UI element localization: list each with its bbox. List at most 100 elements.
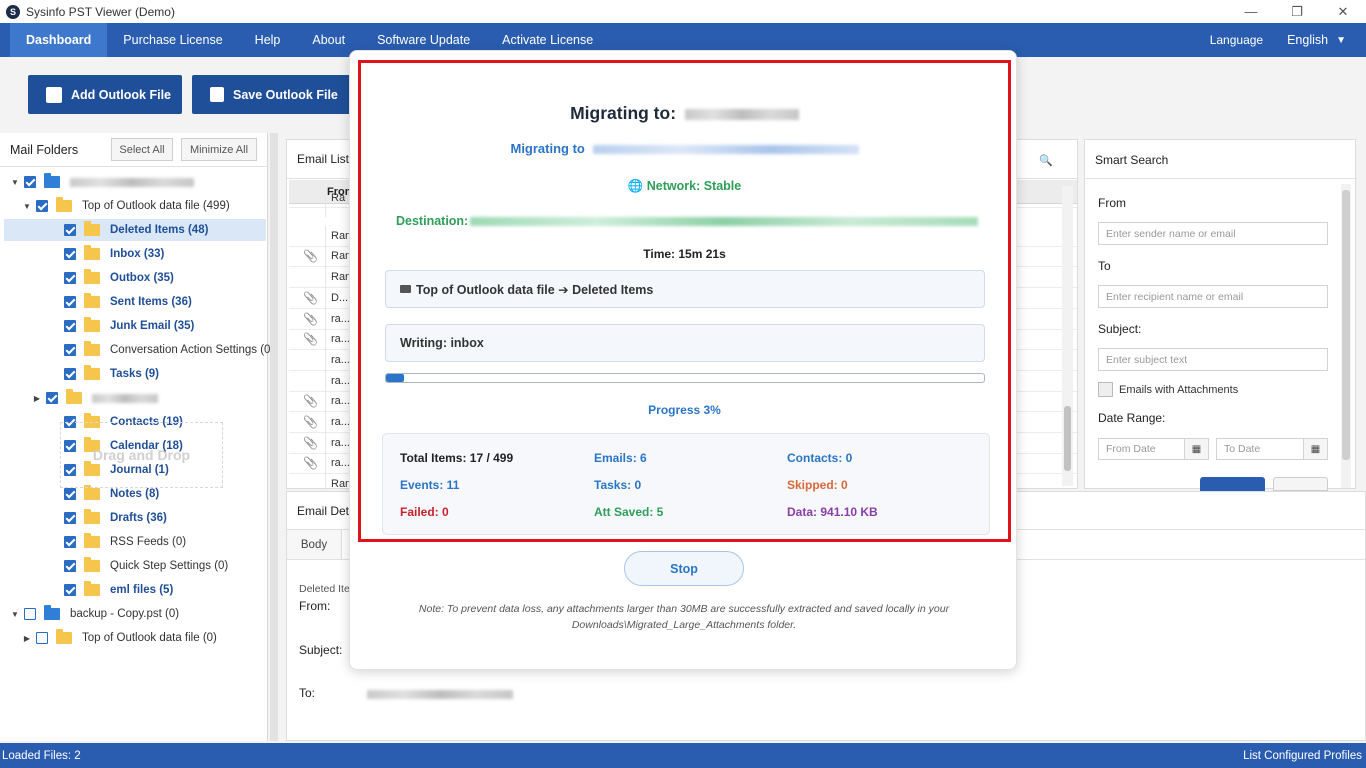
attachments-checkbox[interactable] [1098, 382, 1113, 397]
scroll-thumb[interactable] [1064, 406, 1071, 471]
destination-label: Destination: [396, 214, 469, 228]
tree-item-label: Notes (8) [110, 488, 160, 500]
calendar-icon[interactable]: ▦ [1184, 439, 1208, 459]
restore-icon[interactable]: ❐ [1274, 0, 1320, 23]
recipient-input[interactable]: Enter recipient name or email [1098, 285, 1328, 308]
attachment-icon: 📎 [303, 435, 318, 450]
tab-body[interactable]: Body [287, 530, 342, 559]
tree-item[interactable]: ▼ backup - Copy.pst (0) [0, 603, 179, 625]
folder-checkbox[interactable] [24, 608, 36, 620]
language-value[interactable]: English [1287, 33, 1328, 47]
tree-item[interactable]: Tasks (9) [0, 363, 159, 385]
stop-button[interactable]: Stop [624, 551, 744, 586]
folder-checkbox[interactable] [36, 632, 48, 644]
chevron-down-icon[interactable]: ▼ [22, 202, 32, 211]
chevron-right-icon[interactable]: ▶ [22, 634, 32, 643]
column-separator [325, 370, 326, 392]
smart-search-scrollbar[interactable] [1341, 184, 1351, 488]
tree-item[interactable]: ▼ [0, 171, 194, 193]
folder-checkbox[interactable] [46, 392, 58, 404]
column-separator [325, 267, 326, 289]
folder-checkbox[interactable] [64, 344, 76, 356]
window-controls: — ❐ ✕ [1228, 0, 1366, 23]
tree-item[interactable]: Conversation Action Settings (0) [0, 339, 274, 361]
tree-item[interactable]: Drafts (36) [0, 507, 167, 529]
attachment-icon: 📎 [303, 456, 318, 471]
tree-item[interactable]: eml files (5) [0, 579, 173, 601]
tree-item[interactable]: ▼ Top of Outlook data file (499) [0, 195, 230, 217]
tree-item[interactable]: RSS Feeds (0) [0, 531, 186, 553]
subject-input[interactable]: Enter subject text [1098, 348, 1328, 371]
folder-icon [84, 557, 100, 572]
menu-purchase-license[interactable]: Purchase License [107, 23, 238, 57]
folder-checkbox[interactable] [64, 296, 76, 308]
tree-item[interactable]: Deleted Items (48) [4, 219, 266, 241]
minimize-all-button[interactable]: Minimize All [181, 138, 257, 161]
redacted-folder-name [70, 177, 194, 187]
folder-icon [84, 533, 100, 548]
tree-item[interactable]: Outbox (35) [0, 267, 174, 289]
folder-icon [84, 365, 100, 380]
redacted-destination [470, 216, 979, 226]
drag-and-drop-zone[interactable]: Drag and Drop [60, 422, 223, 488]
redacted-account [684, 108, 799, 120]
chevron-down-icon[interactable]: ▼ [1336, 35, 1346, 46]
add-outlook-file-button[interactable]: Add Outlook File [28, 75, 182, 114]
email-list-title: Email List [297, 152, 350, 166]
menu-dashboard[interactable]: Dashboard [10, 23, 108, 57]
loaded-files-status: Loaded Files: 2 [2, 749, 81, 762]
folder-checkbox[interactable] [64, 488, 76, 500]
tree-item-label: Tasks (9) [110, 368, 160, 380]
save-icon [210, 87, 224, 102]
attachment-icon: 📎 [303, 290, 318, 305]
language-selector[interactable]: Language English ▼ [1210, 23, 1346, 57]
panel-splitter[interactable] [270, 133, 278, 741]
tree-item-label: Inbox (33) [110, 248, 165, 260]
email-list-scrollbar[interactable] [1062, 186, 1073, 486]
attachment-note: Note: To prevent data loss, any attachme… [418, 603, 950, 631]
list-configured-profiles-link[interactable]: List Configured Profiles [1243, 750, 1362, 762]
column-separator [325, 453, 326, 475]
close-icon[interactable]: ✕ [1320, 0, 1366, 23]
save-outlook-file-button[interactable]: Save Outlook File [192, 75, 352, 114]
attachment-icon: 📎 [303, 311, 318, 326]
tree-item[interactable]: Sent Items (36) [0, 291, 192, 313]
tree-item[interactable]: Inbox (33) [0, 243, 164, 265]
folder-checkbox[interactable] [64, 248, 76, 260]
chevron-down-icon[interactable]: ▼ [10, 178, 20, 187]
chevron-down-icon[interactable]: ▼ [10, 610, 20, 619]
folder-checkbox[interactable] [64, 224, 76, 236]
chevron-right-icon[interactable]: ▶ [32, 394, 42, 403]
folder-checkbox[interactable] [64, 536, 76, 548]
to-filter-label: To [1098, 259, 1111, 273]
to-date-input[interactable]: To Date ▦ [1216, 438, 1328, 460]
column-separator [325, 329, 326, 351]
destination-row: Destination: [396, 214, 979, 228]
sender-input[interactable]: Enter sender name or email [1098, 222, 1328, 245]
menu-help[interactable]: Help [239, 23, 297, 57]
calendar-icon[interactable]: ▦ [1303, 439, 1327, 459]
tree-item[interactable]: Quick Step Settings (0) [0, 555, 228, 577]
scroll-thumb[interactable] [1342, 190, 1350, 460]
folder-icon [44, 173, 60, 188]
select-all-button[interactable]: Select All [111, 138, 173, 161]
folder-checkbox[interactable] [64, 272, 76, 284]
folder-checkbox[interactable] [64, 320, 76, 332]
minimize-icon[interactable]: — [1228, 0, 1274, 23]
tree-item[interactable]: ▶ Top of Outlook data file (0) [0, 627, 217, 649]
folder-checkbox[interactable] [36, 200, 48, 212]
clear-button[interactable] [1273, 477, 1328, 491]
folder-checkbox[interactable] [64, 368, 76, 380]
from-cell: D... [331, 291, 349, 304]
from-date-input[interactable]: From Date ▦ [1098, 438, 1209, 460]
folder-checkbox[interactable] [64, 584, 76, 596]
folder-checkbox[interactable] [64, 560, 76, 572]
folder-icon [84, 221, 100, 236]
search-icon[interactable]: 🔍 [1039, 154, 1053, 167]
tree-item[interactable]: Junk Email (35) [0, 315, 194, 337]
folder-checkbox[interactable] [24, 176, 36, 188]
folder-checkbox[interactable] [64, 512, 76, 524]
tree-item[interactable]: ▶ [0, 387, 158, 409]
search-button[interactable] [1200, 477, 1265, 491]
subject-label: Subject: [299, 643, 343, 657]
